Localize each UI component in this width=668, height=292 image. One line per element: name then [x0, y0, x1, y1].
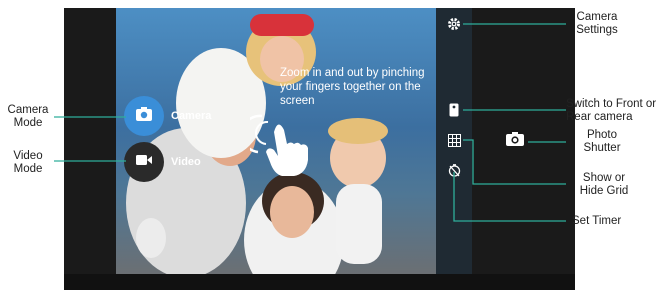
- callout-grid: Show or Hide Grid: [579, 172, 629, 197]
- callout-photo-shutter: Photo Shutter: [583, 129, 621, 154]
- callout-timer: Set Timer: [572, 215, 622, 227]
- callout-video-mode: Video Mode: [13, 150, 43, 175]
- callout-switch-camera: Switch to Front or Rear camera: [566, 98, 657, 123]
- callout-lines: [54, 23, 566, 222]
- callout-camera-mode: Camera Mode: [7, 104, 49, 129]
- callout-camera-settings: Camera Settings: [576, 11, 618, 36]
